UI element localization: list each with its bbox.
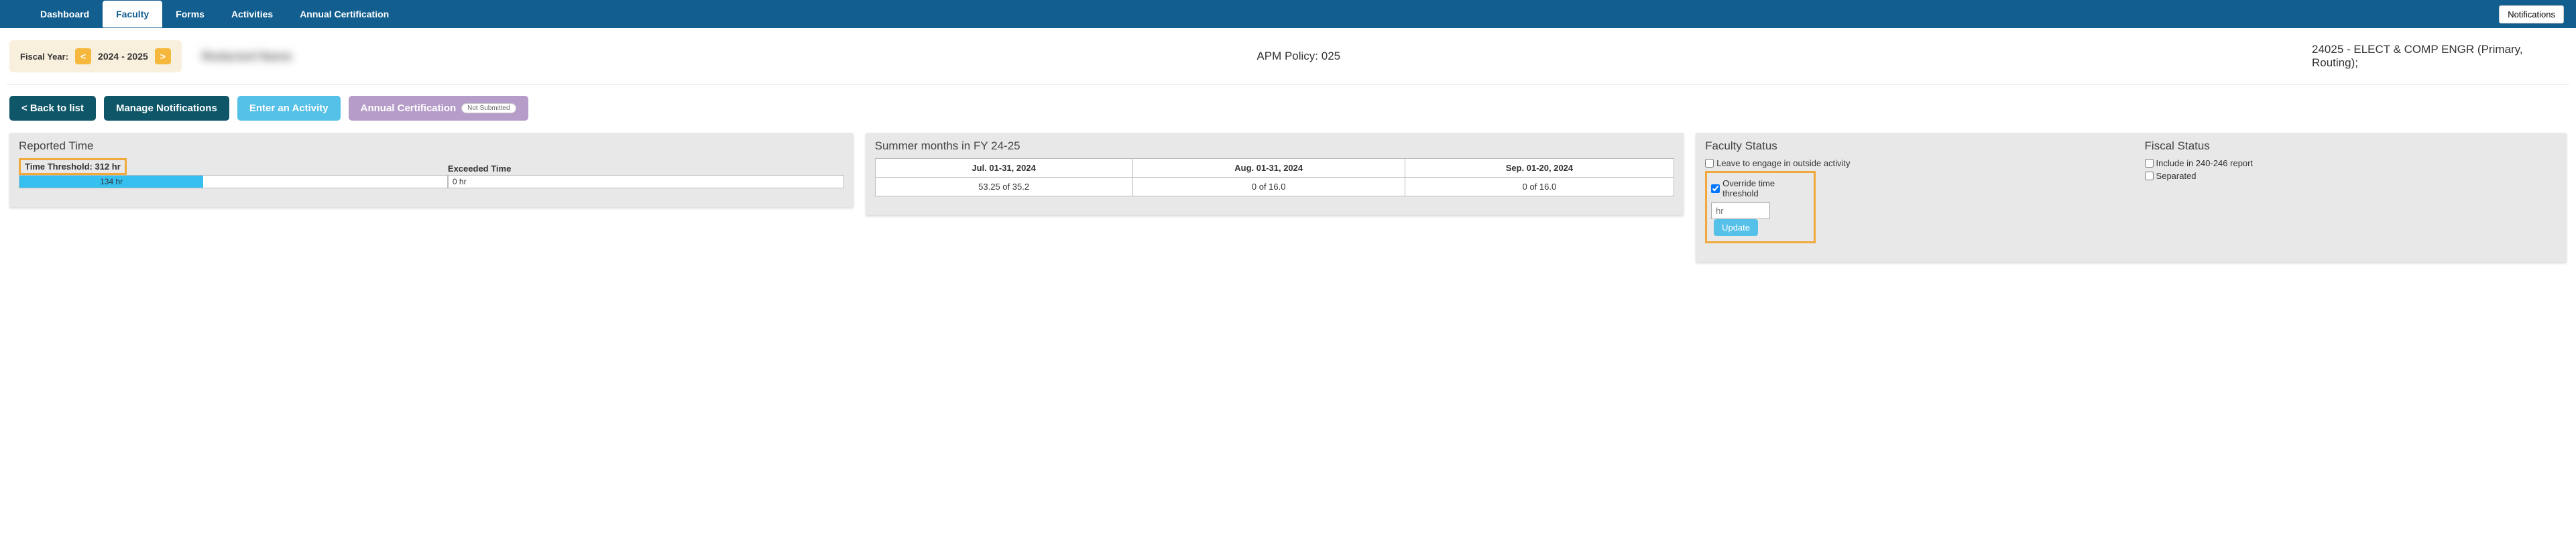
override-update-button[interactable]: Update <box>1714 219 1758 236</box>
fiscal-year-selector: Fiscal Year: < 2024 - 2025 > <box>9 40 182 72</box>
enter-activity-button[interactable]: Enter an Activity <box>237 96 341 121</box>
manage-notifications-button[interactable]: Manage Notifications <box>104 96 229 121</box>
time-bar-track: 134 hr <box>19 175 448 188</box>
tab-forms[interactable]: Forms <box>162 1 218 27</box>
notifications-button[interactable]: Notifications <box>2499 5 2564 23</box>
annual-certification-button[interactable]: Annual Certification Not Submitted <box>349 96 528 121</box>
tab-activities[interactable]: Activities <box>218 1 286 27</box>
override-checkbox[interactable] <box>1711 184 1720 193</box>
divider <box>7 84 2569 85</box>
summary-bar: Fiscal Year: < 2024 - 2025 > Redacted Na… <box>0 28 2576 82</box>
summer-header: Sep. 01-20, 2024 <box>1405 159 1674 178</box>
override-checkbox-row[interactable]: Override time threshold <box>1711 178 1810 198</box>
exceeded-time-value: 0 hr <box>448 175 844 188</box>
status-panel: Faculty Status Leave to engage in outsid… <box>1696 133 2567 262</box>
summer-value: 53.25 of 35.2 <box>875 178 1132 196</box>
leave-checkbox-row[interactable]: Leave to engage in outside activity <box>1705 158 2117 168</box>
separated-checkbox[interactable] <box>2145 172 2154 180</box>
fiscal-status-col: Fiscal Status Include in 240-246 report … <box>2145 139 2557 243</box>
summer-table: Jul. 01-31, 2024 Aug. 01-31, 2024 Sep. 0… <box>875 158 1674 196</box>
override-hours-input[interactable] <box>1711 202 1770 219</box>
fiscal-year-next-button[interactable]: > <box>155 48 171 64</box>
leave-checkbox[interactable] <box>1705 159 1714 168</box>
department: 24025 - ELECT & COMP ENGR (Primary, Rout… <box>2312 43 2567 70</box>
summer-header: Jul. 01-31, 2024 <box>875 159 1132 178</box>
summer-months-title: Summer months in FY 24-25 <box>875 139 1674 153</box>
summer-value: 0 of 16.0 <box>1132 178 1405 196</box>
fiscal-year-label: Fiscal Year: <box>20 52 68 62</box>
top-nav: Dashboard Faculty Forms Activities Annua… <box>0 0 2576 28</box>
faculty-status-title: Faculty Status <box>1705 139 2117 153</box>
tab-dashboard[interactable]: Dashboard <box>27 1 103 27</box>
include-report-row[interactable]: Include in 240-246 report <box>2145 158 2557 168</box>
exceeded-time-label: Exceeded Time <box>448 164 844 174</box>
time-bar-fill: 134 hr <box>19 176 203 188</box>
fiscal-year-value: 2024 - 2025 <box>98 51 148 62</box>
apm-policy: APM Policy: 025 <box>1256 50 2292 63</box>
annual-certification-badge: Not Submitted <box>461 103 516 113</box>
faculty-status-col: Faculty Status Leave to engage in outsid… <box>1705 139 2117 243</box>
faculty-name: Redacted Name <box>202 50 1237 64</box>
back-to-list-button[interactable]: < Back to list <box>9 96 96 121</box>
include-report-checkbox[interactable] <box>2145 159 2154 168</box>
reported-time-panel: Reported Time Time Threshold: 312 hr 134… <box>9 133 854 207</box>
summer-months-panel: Summer months in FY 24-25 Jul. 01-31, 20… <box>866 133 1684 215</box>
fiscal-status-title: Fiscal Status <box>2145 139 2557 153</box>
summer-value: 0 of 16.0 <box>1405 178 1674 196</box>
summer-header: Aug. 01-31, 2024 <box>1132 159 1405 178</box>
separated-row[interactable]: Separated <box>2145 171 2557 181</box>
panels-row: Reported Time Time Threshold: 312 hr 134… <box>0 133 2576 271</box>
time-threshold-highlight: Time Threshold: 312 hr <box>19 158 127 175</box>
action-buttons: < Back to list Manage Notifications Ente… <box>0 96 2576 133</box>
reported-time-title: Reported Time <box>19 139 844 153</box>
tab-annual-certification[interactable]: Annual Certification <box>286 1 402 27</box>
fiscal-year-prev-button[interactable]: < <box>75 48 91 64</box>
override-highlight: Override time threshold Update <box>1705 171 1816 243</box>
tab-faculty[interactable]: Faculty <box>103 1 162 27</box>
